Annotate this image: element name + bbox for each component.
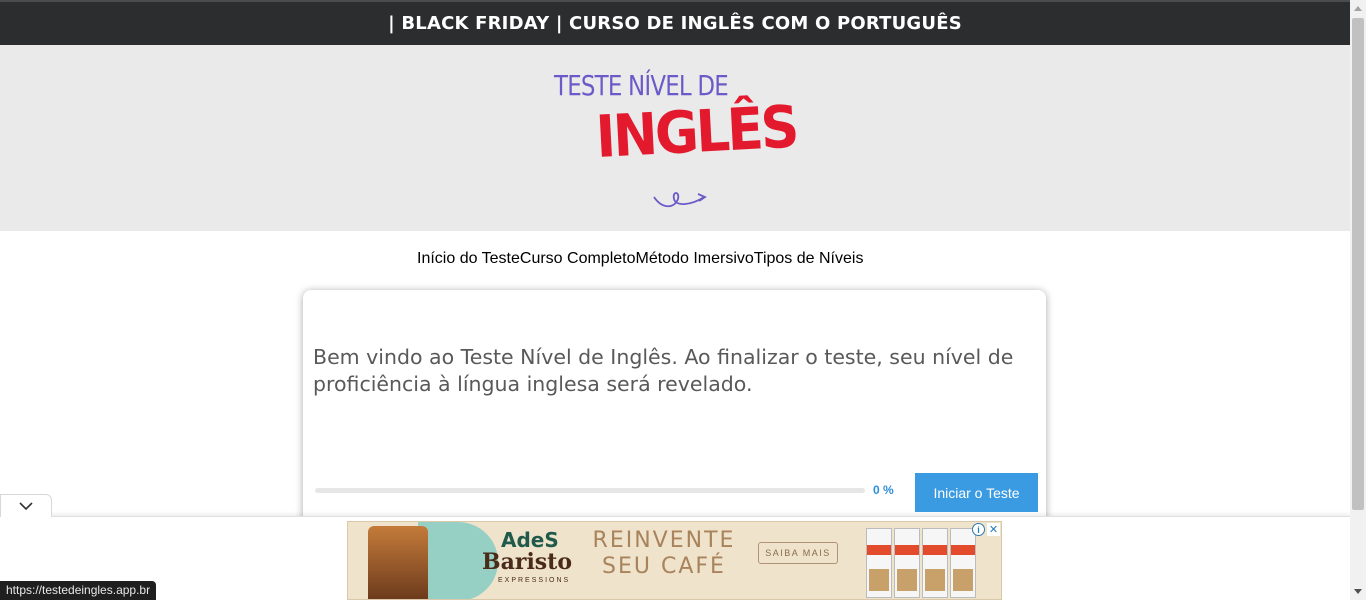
quiz-intro-text: Bem vindo ao Teste Nível de Inglês. Ao f…: [313, 345, 1014, 396]
start-test-button[interactable]: Iniciar o Teste: [915, 473, 1038, 512]
nav-item-tipos-de-niveis[interactable]: Tipos de Níveis: [754, 250, 864, 268]
product-carton-image: [950, 528, 976, 598]
quiz-card: Bem vindo ao Teste Nível de Inglês. Ao f…: [303, 290, 1046, 530]
ad-brand-sub: EXPRESSIONS: [498, 577, 571, 584]
page: | BLACK FRIDAY | CURSO DE INGLÊS COM O P…: [0, 0, 1366, 600]
ad-headline: REINVENTE SEU CAFÉ: [592, 528, 736, 579]
product-carton-image: [922, 528, 948, 598]
logo-arrow-icon: [653, 192, 707, 208]
logo-line-2: INGLÊS: [594, 92, 799, 171]
nav-item-inicio-do-teste[interactable]: Início do Teste: [417, 250, 520, 268]
promo-banner[interactable]: | BLACK FRIDAY | CURSO DE INGLÊS COM O P…: [0, 0, 1350, 45]
scroll-down-icon[interactable]: [1350, 583, 1366, 600]
site-logo[interactable]: TESTE NÍVEL DE INGLÊS: [548, 63, 798, 208]
header: TESTE NÍVEL DE INGLÊS: [0, 45, 1350, 231]
coffee-cup-image: [368, 526, 428, 599]
status-url: https://testedeingles.app.br: [0, 581, 157, 600]
ad-cta-button[interactable]: SAIBA MAIS: [758, 542, 838, 564]
scrollbar-thumb[interactable]: [1352, 18, 1364, 510]
nav-item-metodo-imersivo[interactable]: Método Imersivo: [636, 250, 754, 268]
chevron-down-icon: [19, 501, 33, 510]
ad-close-icon[interactable]: ✕: [987, 523, 1000, 536]
product-carton-image: [866, 528, 892, 598]
main-nav: Início do Teste Curso Completo Método Im…: [417, 250, 863, 268]
quiz-progress-bar: [315, 488, 865, 493]
ad-brand-main: Baristo: [482, 549, 573, 575]
scroll-up-icon[interactable]: [1350, 0, 1366, 17]
product-carton-image: [894, 528, 920, 598]
quiz-progress-label: 0 %: [873, 483, 894, 497]
ad-collapse-button[interactable]: [0, 494, 52, 517]
promo-banner-text[interactable]: | BLACK FRIDAY | CURSO DE INGLÊS COM O P…: [388, 13, 962, 34]
ad-banner[interactable]: AdeS Baristo EXPRESSIONS REINVENTE SEU C…: [347, 521, 1002, 600]
nav-item-curso-completo[interactable]: Curso Completo: [520, 250, 636, 268]
page-scrollbar[interactable]: [1350, 0, 1366, 600]
ad-info-icon[interactable]: i: [972, 523, 985, 536]
